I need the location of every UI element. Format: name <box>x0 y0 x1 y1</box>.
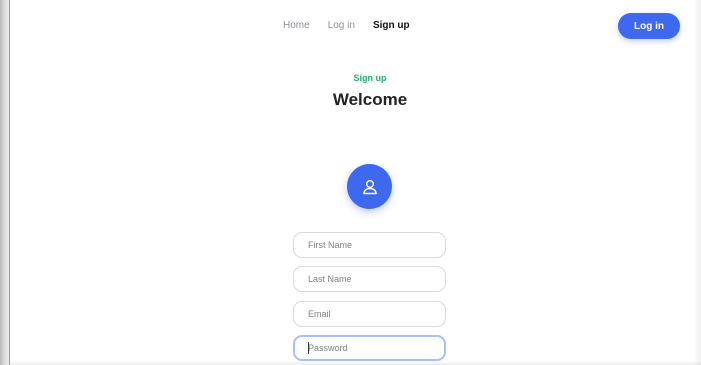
first-name-input[interactable] <box>293 232 446 258</box>
page: Home Log in Sign up Log in Sign up Welco… <box>0 0 701 365</box>
nav-link-login[interactable]: Log in <box>328 20 355 31</box>
window-edge <box>0 0 10 365</box>
avatar[interactable] <box>347 164 392 209</box>
window-shadow-right <box>693 0 701 365</box>
login-button[interactable]: Log in <box>618 13 680 39</box>
user-icon <box>362 179 377 194</box>
nav-link-home[interactable]: Home <box>283 20 310 31</box>
window-shadow-bottom <box>10 361 701 365</box>
page-title: Welcome <box>332 90 408 109</box>
email-input[interactable] <box>293 301 446 327</box>
top-nav: Home Log in Sign up <box>283 20 410 31</box>
section-eyebrow: Sign up <box>353 73 387 83</box>
text-caret <box>308 342 309 354</box>
last-name-input[interactable] <box>293 266 446 292</box>
password-input[interactable] <box>293 335 446 361</box>
nav-link-signup[interactable]: Sign up <box>373 20 410 31</box>
